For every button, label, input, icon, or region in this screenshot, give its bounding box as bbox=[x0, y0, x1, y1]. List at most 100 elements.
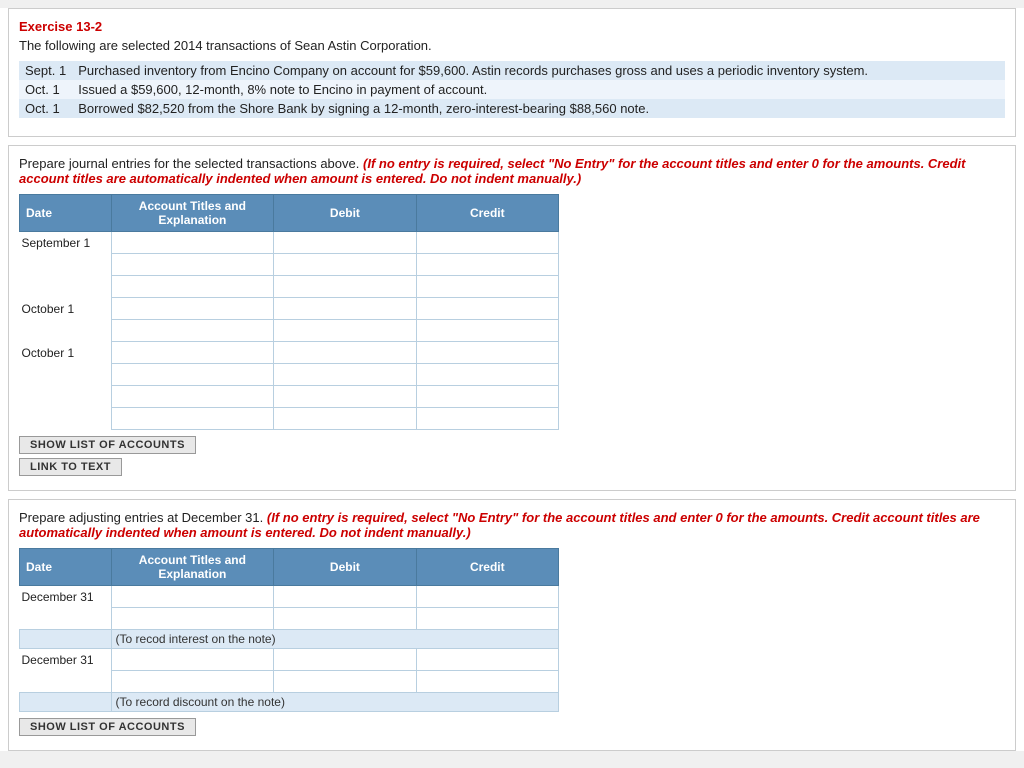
exercise-title: Exercise 13-2 bbox=[19, 19, 1005, 34]
debit-cell[interactable] bbox=[274, 364, 416, 386]
account-cell[interactable] bbox=[111, 298, 274, 320]
debit-input[interactable] bbox=[278, 345, 411, 361]
col-header-debit-2: Debit bbox=[274, 549, 416, 586]
account-cell[interactable] bbox=[111, 408, 274, 430]
debit-input[interactable] bbox=[278, 411, 411, 427]
debit-cell[interactable] bbox=[274, 342, 416, 364]
credit-cell[interactable] bbox=[416, 298, 558, 320]
table-row bbox=[20, 671, 559, 693]
credit-cell[interactable] bbox=[416, 586, 558, 608]
credit-input[interactable] bbox=[421, 367, 554, 383]
debit-cell[interactable] bbox=[274, 408, 416, 430]
credit-cell[interactable] bbox=[416, 364, 558, 386]
journal-section-1: Prepare journal entries for the selected… bbox=[8, 145, 1016, 491]
account-input[interactable] bbox=[116, 323, 270, 339]
instruction-normal-2: Prepare adjusting entries at December 31… bbox=[19, 510, 263, 525]
debit-input[interactable] bbox=[278, 589, 411, 605]
credit-cell[interactable] bbox=[416, 386, 558, 408]
debit-cell[interactable] bbox=[274, 586, 416, 608]
credit-input[interactable] bbox=[421, 235, 554, 251]
debit-cell[interactable] bbox=[274, 649, 416, 671]
credit-input[interactable] bbox=[421, 257, 554, 273]
account-cell[interactable] bbox=[111, 649, 274, 671]
account-input[interactable] bbox=[116, 345, 270, 361]
account-cell[interactable] bbox=[111, 320, 274, 342]
col-header-acct-2: Account Titles and Explanation bbox=[111, 549, 274, 586]
button-row-1: SHOW LIST OF ACCOUNTS bbox=[19, 436, 1005, 454]
account-input[interactable] bbox=[116, 367, 270, 383]
credit-input[interactable] bbox=[421, 589, 554, 605]
credit-input[interactable] bbox=[421, 389, 554, 405]
debit-cell[interactable] bbox=[274, 254, 416, 276]
debit-cell[interactable] bbox=[274, 608, 416, 630]
debit-cell[interactable] bbox=[274, 298, 416, 320]
account-input[interactable] bbox=[116, 279, 270, 295]
account-input[interactable] bbox=[116, 301, 270, 317]
account-input[interactable] bbox=[116, 235, 270, 251]
debit-input[interactable] bbox=[278, 257, 411, 273]
entry-date bbox=[20, 608, 112, 630]
credit-cell[interactable] bbox=[416, 232, 558, 254]
account-input[interactable] bbox=[116, 389, 270, 405]
table-row bbox=[20, 364, 559, 386]
table-row: September 1 bbox=[20, 232, 559, 254]
account-input[interactable] bbox=[116, 589, 270, 605]
debit-cell[interactable] bbox=[274, 232, 416, 254]
debit-input[interactable] bbox=[278, 279, 411, 295]
credit-cell[interactable] bbox=[416, 671, 558, 693]
account-cell[interactable] bbox=[111, 254, 274, 276]
credit-cell[interactable] bbox=[416, 320, 558, 342]
credit-input[interactable] bbox=[421, 279, 554, 295]
entry-date bbox=[20, 276, 112, 298]
credit-cell[interactable] bbox=[416, 608, 558, 630]
credit-cell[interactable] bbox=[416, 254, 558, 276]
show-list-button-2[interactable]: SHOW LIST OF ACCOUNTS bbox=[19, 718, 196, 736]
account-cell[interactable] bbox=[111, 671, 274, 693]
account-cell[interactable] bbox=[111, 232, 274, 254]
intro-text: The following are selected 2014 transact… bbox=[19, 38, 1005, 53]
show-list-button-1[interactable]: SHOW LIST OF ACCOUNTS bbox=[19, 436, 196, 454]
credit-cell[interactable] bbox=[416, 408, 558, 430]
account-input[interactable] bbox=[116, 257, 270, 273]
credit-input[interactable] bbox=[421, 301, 554, 317]
debit-input[interactable] bbox=[278, 367, 411, 383]
button-row-3: SHOW LIST OF ACCOUNTS bbox=[19, 718, 1005, 736]
account-cell[interactable] bbox=[111, 342, 274, 364]
credit-input[interactable] bbox=[421, 411, 554, 427]
account-input[interactable] bbox=[116, 652, 270, 668]
debit-input[interactable] bbox=[278, 652, 411, 668]
table-row: December 31 bbox=[20, 649, 559, 671]
debit-cell[interactable] bbox=[274, 671, 416, 693]
debit-cell[interactable] bbox=[274, 320, 416, 342]
credit-input[interactable] bbox=[421, 652, 554, 668]
credit-cell[interactable] bbox=[416, 342, 558, 364]
debit-cell[interactable] bbox=[274, 386, 416, 408]
link-to-text-button-1[interactable]: LINK TO TEXT bbox=[19, 458, 122, 476]
debit-cell[interactable] bbox=[274, 276, 416, 298]
credit-input[interactable] bbox=[421, 611, 554, 627]
table-row: October 1 bbox=[20, 342, 559, 364]
account-input[interactable] bbox=[116, 411, 270, 427]
credit-input[interactable] bbox=[421, 674, 554, 690]
debit-input[interactable] bbox=[278, 389, 411, 405]
account-cell[interactable] bbox=[111, 364, 274, 386]
credit-cell[interactable] bbox=[416, 649, 558, 671]
note-row: (To record discount on the note) bbox=[20, 693, 559, 712]
credit-input[interactable] bbox=[421, 323, 554, 339]
journal-section-2: Prepare adjusting entries at December 31… bbox=[8, 499, 1016, 751]
debit-input[interactable] bbox=[278, 674, 411, 690]
credit-cell[interactable] bbox=[416, 276, 558, 298]
account-cell[interactable] bbox=[111, 386, 274, 408]
account-cell[interactable] bbox=[111, 608, 274, 630]
debit-input[interactable] bbox=[278, 323, 411, 339]
account-input[interactable] bbox=[116, 611, 270, 627]
account-cell[interactable] bbox=[111, 276, 274, 298]
debit-input[interactable] bbox=[278, 301, 411, 317]
transaction-desc: Purchased inventory from Encino Company … bbox=[72, 61, 1005, 80]
debit-input[interactable] bbox=[278, 235, 411, 251]
journal-table-2: Date Account Titles and Explanation Debi… bbox=[19, 548, 559, 712]
debit-input[interactable] bbox=[278, 611, 411, 627]
account-cell[interactable] bbox=[111, 586, 274, 608]
credit-input[interactable] bbox=[421, 345, 554, 361]
account-input[interactable] bbox=[116, 674, 270, 690]
